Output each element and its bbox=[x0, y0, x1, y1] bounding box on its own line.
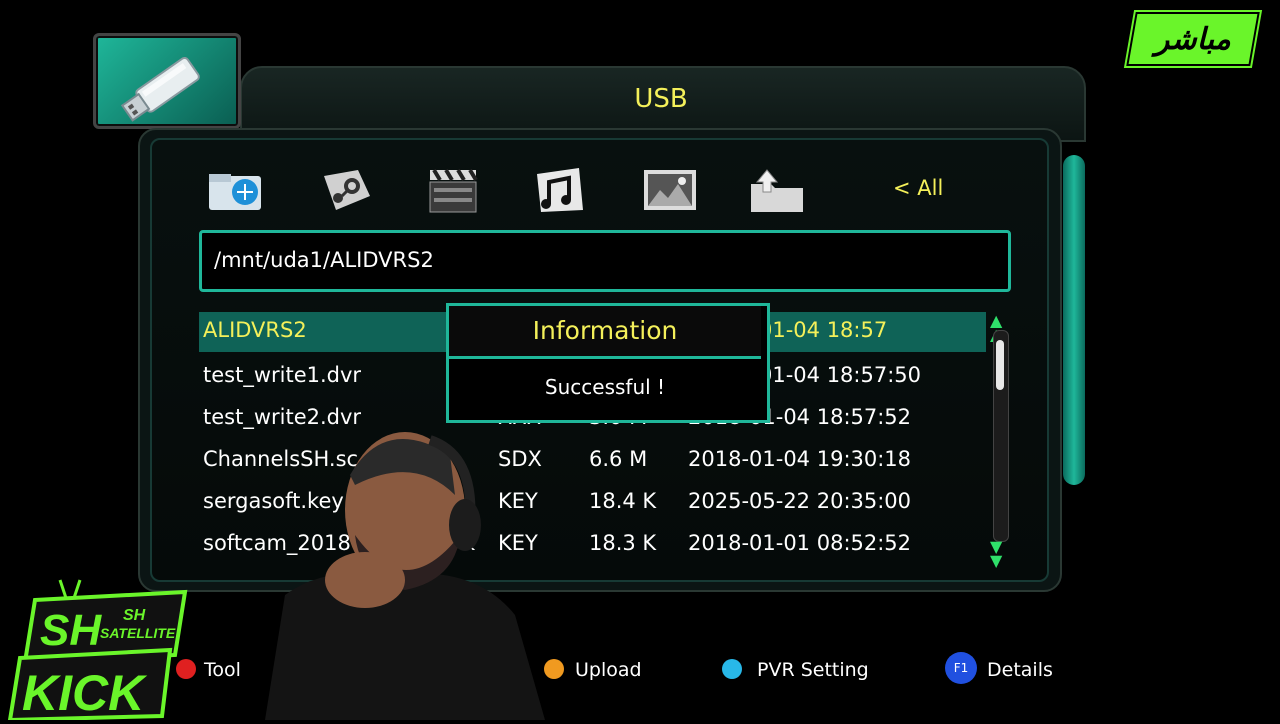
folder-up-icon[interactable] bbox=[749, 166, 805, 214]
live-badge-text: مباشر bbox=[1155, 21, 1231, 57]
logo-sh-small-text: SH bbox=[123, 607, 146, 624]
scroll-down-icon[interactable]: ▼ ▼ bbox=[990, 539, 1002, 569]
network-folder-icon[interactable] bbox=[207, 166, 263, 214]
picture-icon[interactable] bbox=[642, 166, 698, 214]
upload-key-label[interactable]: Upload bbox=[575, 659, 642, 681]
file-date: 2018-01-01 08:52:52 bbox=[688, 531, 912, 555]
file-date: 01-04 18:57 bbox=[759, 318, 888, 342]
side-accent-bar bbox=[1063, 155, 1085, 485]
music-icon[interactable] bbox=[533, 166, 589, 214]
file-size: 18.3 K bbox=[589, 531, 657, 555]
yellow-key-icon bbox=[544, 659, 564, 679]
file-date: 01-04 18:57:50 bbox=[759, 363, 922, 387]
streamer-webcam bbox=[245, 415, 545, 720]
path-text: /mnt/uda1/ALIDVRS2 bbox=[214, 248, 434, 272]
info-dialog-title: Information bbox=[532, 316, 678, 345]
video-clapper-icon[interactable] bbox=[426, 166, 482, 214]
logo-satellite-text: SATELLITE bbox=[100, 625, 176, 641]
live-badge: مباشر bbox=[1126, 12, 1260, 66]
tool-key-label[interactable]: Tool bbox=[204, 659, 241, 681]
logo-kick-text: KICK bbox=[22, 665, 148, 720]
info-dialog-message: Successful ! bbox=[544, 375, 666, 399]
file-date: 2025-05-22 20:35:00 bbox=[688, 489, 912, 513]
usb-drive-icon bbox=[93, 33, 241, 129]
pvr-setting-key-label[interactable]: PVR Setting bbox=[757, 659, 869, 681]
file-name: ALIDVRS2 bbox=[203, 318, 307, 342]
page-title: USB bbox=[634, 84, 688, 114]
file-size: 18.4 K bbox=[589, 489, 657, 513]
details-key-label[interactable]: Details bbox=[987, 659, 1053, 681]
steam-icon[interactable] bbox=[318, 166, 374, 214]
blue-key-icon bbox=[722, 659, 742, 679]
file-size: 6.6 M bbox=[589, 447, 648, 471]
file-date: 2018-01-04 19:30:18 bbox=[688, 447, 912, 471]
channel-logo: SH SH SATELLITE KICK bbox=[0, 570, 200, 723]
f1-key-icon: F1 bbox=[945, 652, 977, 684]
logo-sh-text: SH bbox=[40, 606, 102, 655]
filter-all-button[interactable]: < All bbox=[893, 176, 943, 200]
file-name: test_write1.dvr bbox=[203, 363, 362, 387]
scrollbar-thumb[interactable] bbox=[996, 340, 1004, 390]
